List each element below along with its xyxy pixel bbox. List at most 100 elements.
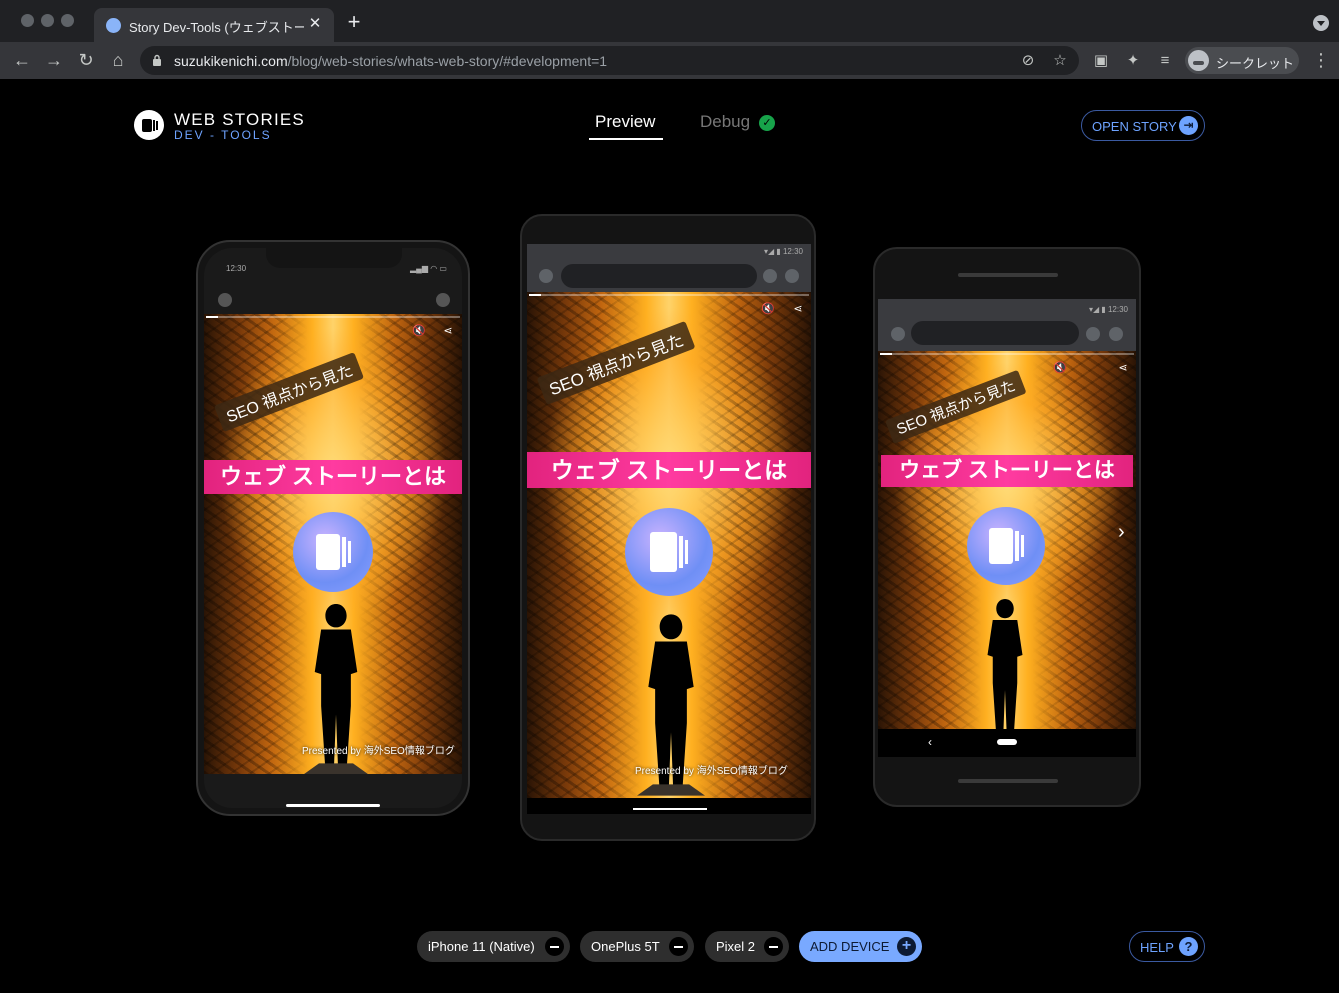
mute-icon[interactable]: 🔇	[1053, 361, 1067, 375]
next-arrow-icon[interactable]: ›	[1118, 521, 1125, 544]
nav-dot-right-2[interactable]	[1109, 327, 1123, 341]
story-subtitle: SEO 視点から見た	[213, 352, 365, 432]
extension-icon[interactable]: ▣	[1092, 52, 1110, 70]
tab-debug[interactable]: Debug	[700, 112, 750, 132]
presented-by: Presented by 海外SEO情報ブログ	[302, 746, 455, 757]
device-oneplus-5t: ▾◢ ▮ 12:30 🔇 ⋖ SEO 視点から見た ウェブ ストーリーとは Pr…	[520, 214, 816, 841]
story-title: ウェブ ストーリーとは	[204, 460, 462, 494]
device-chip-label: iPhone 11 (Native)	[428, 939, 535, 954]
story-progress-bar	[529, 294, 809, 296]
incognito-icon	[1188, 50, 1209, 71]
nav-dot-right-1[interactable]	[763, 269, 777, 283]
forward-arrow-icon[interactable]: →	[43, 49, 65, 71]
mute-icon[interactable]: 🔇	[761, 302, 775, 316]
plus-icon: +	[897, 937, 916, 956]
open-story-label: OPEN STORY	[1092, 119, 1177, 134]
device-chip-pixel[interactable]: Pixel 2	[705, 931, 789, 962]
tab-favicon-icon	[106, 18, 121, 33]
web-stories-logo-icon	[134, 110, 164, 140]
tab-close-icon[interactable]: ✕	[306, 15, 324, 33]
reload-icon[interactable]: ↻	[75, 49, 97, 71]
status-icons: ▾◢ ▮ 12:30	[1088, 305, 1128, 314]
home-indicator	[286, 804, 380, 807]
story-title: ウェブ ストーリーとは	[881, 455, 1133, 487]
new-tab-button[interactable]: +	[344, 11, 364, 33]
help-label: HELP	[1140, 940, 1174, 955]
window-close-dot[interactable]	[21, 14, 34, 27]
device-chip-label: OnePlus 5T	[591, 939, 660, 954]
address-bar[interactable]: suzukikenichi.com/blog/web-stories/whats…	[140, 46, 1079, 75]
home-indicator	[633, 808, 707, 810]
open-external-icon: ⇥	[1179, 116, 1198, 135]
more-menu-icon[interactable]: ⋮	[1312, 50, 1330, 70]
device-notch	[266, 248, 402, 268]
story-progress-bar	[880, 353, 1134, 355]
back-arrow-icon[interactable]: ←	[11, 49, 33, 71]
nav-dot-right-1[interactable]	[1086, 327, 1100, 341]
nav-dot-left[interactable]	[218, 293, 232, 307]
home-icon[interactable]: ⌂	[107, 49, 129, 71]
mobile-url-bar[interactable]	[561, 264, 757, 288]
remove-device-icon[interactable]	[764, 937, 783, 956]
status-icons: ▾◢ ▮ 12:30	[763, 247, 803, 256]
remove-device-icon[interactable]	[545, 937, 564, 956]
device-chip-iphone[interactable]: iPhone 11 (Native)	[417, 931, 570, 962]
nav-dot-right-2[interactable]	[785, 269, 799, 283]
incognito-badge[interactable]: シークレット	[1185, 47, 1299, 74]
story-subtitle: SEO 視点から見た	[885, 369, 1027, 444]
brand-subtitle: DEV - TOOLS	[174, 128, 272, 142]
browser-toolbar: ← → ↻ ⌂ suzukikenichi.com/blog/web-stori…	[0, 42, 1339, 79]
android-chrome-bar: ▾◢ ▮ 12:30	[878, 299, 1136, 351]
story-logo-icon	[625, 508, 713, 596]
nav-dot-left[interactable]	[891, 327, 905, 341]
brand-title: WEB STORIES	[174, 110, 305, 129]
tab-title: Story Dev-Tools (ウェブストーリ	[129, 20, 304, 35]
tab-search-icon[interactable]	[1313, 15, 1329, 31]
device-screen: ▾◢ ▮ 12:30 🔇 ⋖ SEO 視点から見た ウェブ ストーリーとは Pr…	[527, 244, 811, 814]
story-progress-bar	[206, 316, 460, 318]
share-icon[interactable]: ⋖	[791, 302, 805, 316]
help-button[interactable]: HELP ?	[1129, 931, 1205, 962]
extensions-icon[interactable]: ✦	[1124, 52, 1142, 70]
android-back-icon[interactable]: ‹	[928, 735, 932, 749]
open-story-button[interactable]: OPEN STORY ⇥	[1081, 110, 1205, 141]
device-chip-oneplus[interactable]: OnePlus 5T	[580, 931, 694, 962]
lock-icon	[153, 54, 161, 66]
device-iphone-11: 12:30 ▂▄▆ ◠ ▭ 🔇 ⋖ SEO 視点から見た ウェブ ストーリーとは…	[196, 240, 470, 816]
nav-dot-left[interactable]	[539, 269, 553, 283]
share-icon[interactable]: ⋖	[1116, 361, 1130, 375]
browser-tab[interactable]: Story Dev-Tools (ウェブストーリ ✕	[94, 8, 334, 42]
add-device-label: ADD DEVICE	[810, 939, 890, 954]
device-chip-label: Pixel 2	[716, 939, 756, 954]
share-icon[interactable]: ⋖	[441, 324, 455, 338]
speaker-grill-top	[958, 273, 1058, 277]
url-text: suzukikenichi.com/blog/web-stories/whats…	[174, 53, 608, 69]
reading-list-icon[interactable]: ≡	[1156, 52, 1174, 70]
android-home-pill-icon[interactable]	[997, 739, 1017, 745]
eye-off-icon[interactable]: ⊘	[1019, 52, 1037, 70]
android-nav-bar	[527, 798, 811, 814]
status-time: 12:30	[226, 264, 247, 273]
android-chrome-bar: ▾◢ ▮ 12:30	[527, 244, 811, 292]
tab-preview[interactable]: Preview	[595, 112, 655, 132]
android-nav-bar: ‹	[878, 729, 1136, 757]
mute-icon[interactable]: 🔇	[412, 324, 426, 338]
remove-device-icon[interactable]	[669, 937, 688, 956]
story-page[interactable]: 🔇 ⋖ SEO 視点から見た ウェブ ストーリーとは Presented by …	[527, 292, 811, 798]
device-pixel-2: ▾◢ ▮ 12:30 🔇 ⋖ SEO 視点から見た ウェブ ストーリーとは › …	[873, 247, 1141, 807]
status-icons: ▂▄▆ ◠ ▭	[410, 264, 447, 273]
story-page[interactable]: 🔇 ⋖ SEO 視点から見た ウェブ ストーリーとは ›	[878, 351, 1136, 729]
window-minimize-dot[interactable]	[41, 14, 54, 27]
help-icon: ?	[1179, 937, 1198, 956]
nav-dot-right[interactable]	[436, 293, 450, 307]
presented-by: Presented by 海外SEO情報ブログ	[635, 766, 788, 777]
add-device-button[interactable]: ADD DEVICE +	[799, 931, 922, 962]
incognito-label: シークレット	[1216, 56, 1295, 71]
speaker-grill-bottom	[958, 779, 1058, 783]
star-icon[interactable]: ☆	[1051, 52, 1069, 70]
mobile-url-bar[interactable]	[911, 321, 1079, 345]
device-screen: ▾◢ ▮ 12:30 🔇 ⋖ SEO 視点から見た ウェブ ストーリーとは › …	[878, 299, 1136, 757]
debug-status-check-icon: ✓	[759, 115, 775, 131]
story-page[interactable]: 🔇 ⋖ SEO 視点から見た ウェブ ストーリーとは Presented by …	[204, 314, 462, 774]
window-zoom-dot[interactable]	[61, 14, 74, 27]
